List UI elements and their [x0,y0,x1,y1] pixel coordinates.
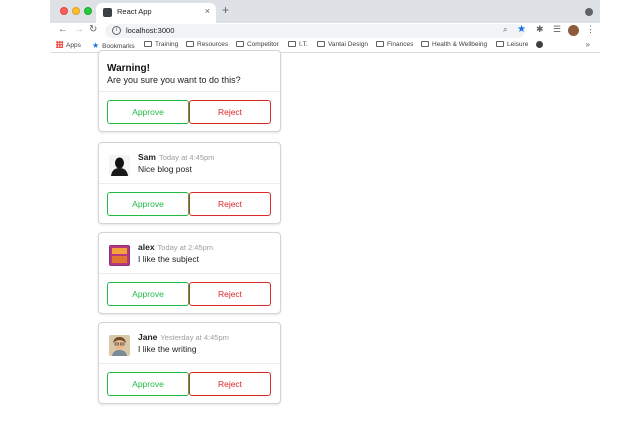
folder-icon [186,41,194,47]
card-actions: Approve Reject [99,363,280,403]
reload-icon[interactable]: ↻ [89,24,97,35]
ntf-blog-avatar-icon [109,245,130,266]
more-bookmarks-icon[interactable]: » [586,40,590,49]
comment-text: I like the subject [138,254,199,264]
comment-text: I like the writing [138,344,197,354]
page-content: Warning! Are you sure you want to do thi… [50,50,600,426]
bookmark-training[interactable]: Training [144,41,178,48]
comment-author: Sam Today at 4:45pm [138,152,215,162]
warning-card: Warning! Are you sure you want to do thi… [98,50,281,132]
approve-button[interactable]: Approve [107,282,189,306]
apps-grid-icon [56,41,63,48]
reject-button[interactable]: Reject [189,100,271,124]
reject-button[interactable]: Reject [189,372,271,396]
approve-button[interactable]: Approve [107,192,189,216]
bookmark-health-wellbeing[interactable]: Health & Wellbeing [421,41,487,48]
extensions-icon[interactable]: ✱ [536,24,544,35]
comment-date: Yesterday at 4:45pm [160,333,229,342]
star-icon: ★ [92,41,100,50]
back-icon[interactable]: ← [58,24,68,35]
globe-icon [536,41,543,48]
new-tab-button[interactable]: + [222,3,229,17]
info-icon[interactable]: i [112,26,121,35]
folder-icon [288,41,296,47]
bookmark-bookmarks[interactable]: ★ Bookmarks [92,41,135,50]
tab-strip: React App × + [50,0,600,23]
tab-react-app[interactable]: React App × [96,3,216,23]
bookmark-apps[interactable]: Apps [56,41,81,49]
url-text[interactable]: localhost:3000 [126,26,174,35]
tab-title: React App [117,7,152,16]
folder-icon [421,41,429,47]
comment-card: Sam Today at 4:45pm Nice blog post Approv… [98,142,281,224]
warning-title: Warning! [107,63,150,74]
browser-window: React App × + ← → ↻ i localhost:3000 ⌕ ★… [50,0,600,426]
bookmark-it[interactable]: I.T. [288,41,308,48]
card-actions: Approve Reject [99,273,280,313]
approve-button[interactable]: Approve [107,372,189,396]
folder-icon [376,41,384,47]
bookmark-vantai-design[interactable]: Vantai Design [317,41,368,48]
comment-card: Jane Yesterday at 4:45pm I like the writi… [98,322,281,404]
folder-icon [144,41,152,47]
silhouette-avatar [109,155,130,176]
profile-avatar-icon[interactable] [568,25,579,36]
zoom-icon[interactable]: ⌕ [503,25,507,35]
reading-list-icon[interactable]: ☰ [553,24,561,35]
comment-date: Today at 2:45pm [157,243,213,252]
reject-button[interactable]: Reject [189,282,271,306]
comment-author: Jane Yesterday at 4:45pm [138,332,229,342]
minimize-window-button[interactable] [72,7,80,15]
card-actions: Approve Reject [99,91,280,131]
folder-icon [496,41,504,47]
kebab-menu-icon[interactable]: ⋮ [586,24,595,35]
portrait-avatar-icon [109,335,130,356]
react-favicon-icon [103,8,112,17]
bookmark-globe[interactable] [536,41,543,49]
tab-close-icon[interactable]: × [205,6,210,16]
reject-button[interactable]: Reject [189,192,271,216]
bookmark-finances[interactable]: Finances [376,41,413,48]
approve-button[interactable]: Approve [107,100,189,124]
bookmark-competitor[interactable]: Competitor [236,41,279,48]
card-actions: Approve Reject [99,183,280,223]
bookmark-resources[interactable]: Resources [186,41,228,48]
folder-icon [317,41,325,47]
comment-text: Nice blog post [138,164,192,174]
browser-toolbar: ← → ↻ i localhost:3000 ⌕ ★ ✱ ☰ ⋮ [50,23,600,40]
ntf-blog-avatar [109,245,130,266]
forward-icon[interactable]: → [74,24,84,35]
comment-date: Today at 4:45pm [158,153,215,162]
maximize-window-button[interactable] [84,7,92,15]
profile-dot-icon[interactable] [585,8,593,16]
bookmark-leisure[interactable]: Leisure [496,41,528,48]
silhouette-avatar-icon [109,155,130,176]
close-window-button[interactable] [60,7,68,15]
bookmark-star-icon[interactable]: ★ [517,24,526,35]
warning-text: Are you sure you want to do this? [107,75,241,85]
portrait-avatar [109,335,130,356]
comment-author: alex Today at 2:45pm [138,242,213,252]
comment-card: alex Today at 2:45pm I like the subject A… [98,232,281,314]
address-bar[interactable]: i localhost:3000 ⌕ ★ [105,24,526,38]
folder-icon [236,41,244,47]
